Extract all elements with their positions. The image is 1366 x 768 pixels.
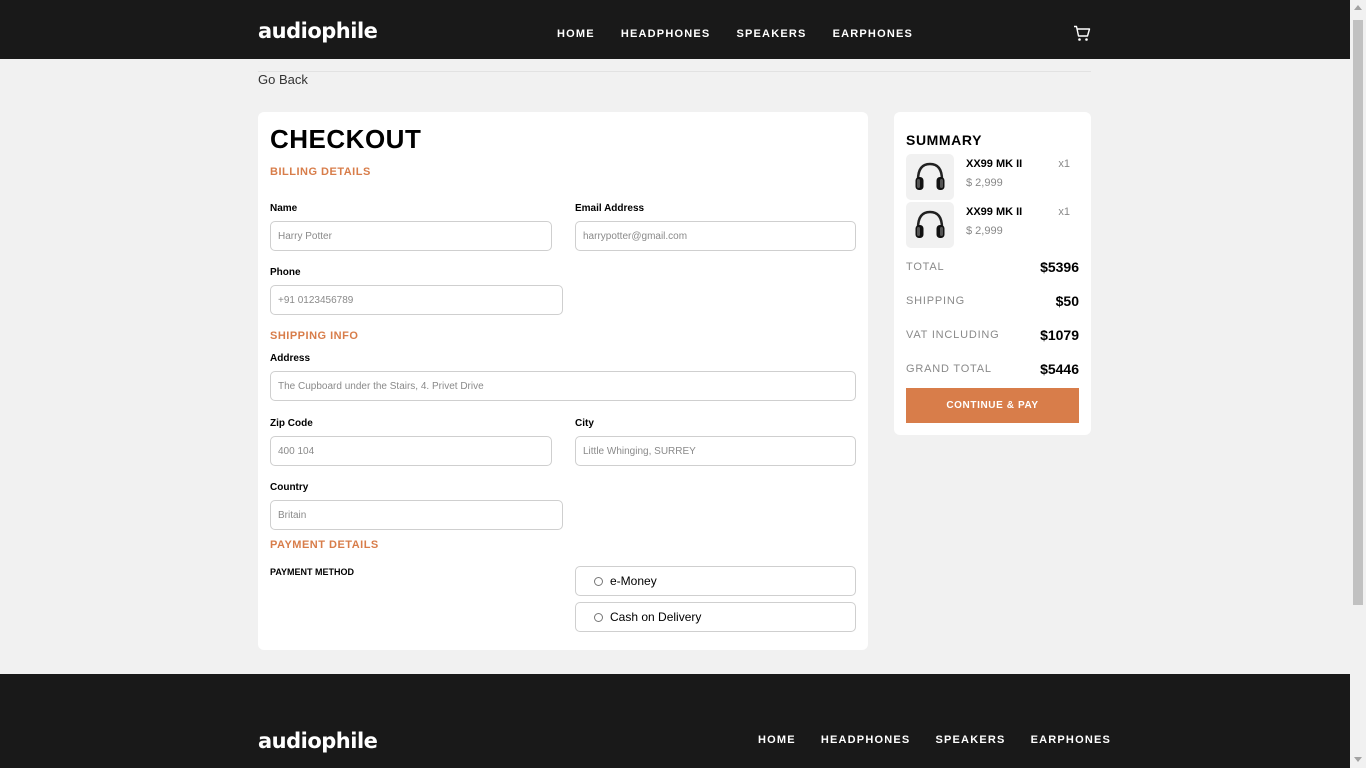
zip-code-field[interactable]	[270, 436, 552, 466]
summary-shipping-row: SHIPPING $50	[906, 293, 1079, 311]
nav-headphones-link[interactable]: HEADPHONES	[621, 28, 711, 40]
main-nav: HOME HEADPHONES SPEAKERS EARPHONES	[557, 28, 939, 40]
shipping-label: SHIPPING	[906, 295, 965, 307]
scrollbar-thumb[interactable]	[1353, 20, 1363, 605]
footer-nav: HOME HEADPHONES SPEAKERS EARPHONES	[758, 734, 1136, 746]
cart-icon[interactable]	[1073, 25, 1091, 42]
summary-vat-row: VAT INCLUDING $1079	[906, 327, 1079, 345]
header-divider	[258, 71, 1091, 72]
logo[interactable]: audiophile	[258, 19, 378, 43]
item-price: $ 2,999	[966, 177, 1003, 189]
name-label: Name	[270, 203, 298, 214]
headphones-icon	[906, 154, 954, 200]
shipping-value: $50	[1055, 293, 1079, 309]
nav-speakers-link[interactable]: SPEAKERS	[736, 28, 806, 40]
scroll-down-icon[interactable]	[1354, 757, 1362, 762]
total-value: $5396	[1040, 259, 1079, 275]
payment-option-label: e-Money	[610, 574, 657, 588]
name-field[interactable]	[270, 221, 552, 251]
order-summary-card: SUMMARY XX99 MK II $ 2,999 x1 XX99 MK II…	[894, 112, 1091, 435]
page-title: CHECKOUT	[270, 124, 422, 154]
page-scrollbar[interactable]	[1350, 0, 1366, 768]
nav-home-link[interactable]: HOME	[557, 28, 595, 40]
footer-nav-headphones-link[interactable]: HEADPHONES	[821, 734, 911, 746]
grand-total-label: GRAND TOTAL	[906, 363, 992, 375]
item-name: XX99 MK II	[966, 158, 1023, 170]
summary-total-row: TOTAL $5396	[906, 259, 1079, 277]
city-field[interactable]	[575, 436, 856, 466]
summary-grand-total-row: GRAND TOTAL $5446	[906, 361, 1079, 379]
footer-nav-speakers-link[interactable]: SPEAKERS	[935, 734, 1005, 746]
zip-code-label: Zip Code	[270, 418, 313, 429]
item-quantity: x1	[1058, 158, 1070, 170]
radio-button[interactable]	[594, 576, 603, 586]
radio-button[interactable]	[594, 612, 603, 622]
item-name: XX99 MK II	[966, 206, 1023, 218]
country-field[interactable]	[270, 500, 563, 530]
summary-item: XX99 MK II $ 2,999 x1	[906, 154, 1079, 200]
footer: audiophile HOME HEADPHONES SPEAKERS EARP…	[0, 674, 1350, 768]
scroll-up-icon[interactable]	[1354, 5, 1362, 10]
total-label: TOTAL	[906, 261, 945, 273]
nav-earphones-link[interactable]: EARPHONES	[833, 28, 913, 40]
top-navbar: audiophile HOME HEADPHONES SPEAKERS EARP…	[0, 0, 1350, 59]
item-price: $ 2,999	[966, 225, 1003, 237]
footer-nav-earphones-link[interactable]: EARPHONES	[1031, 734, 1111, 746]
payment-option-label: Cash on Delivery	[610, 610, 702, 624]
payment-method-label: PAYMENT METHOD	[270, 567, 355, 577]
headphones-icon	[906, 202, 954, 248]
summary-item: XX99 MK II $ 2,999 x1	[906, 202, 1079, 248]
item-quantity: x1	[1058, 206, 1070, 218]
payment-option-cash-on-delivery[interactable]: Cash on Delivery	[575, 602, 856, 632]
grand-total-value: $5446	[1040, 361, 1079, 377]
country-label: Country	[270, 482, 309, 493]
email-field[interactable]	[575, 221, 856, 251]
city-label: City	[575, 418, 594, 429]
email-label: Email Address	[575, 203, 645, 214]
vat-value: $1079	[1040, 327, 1079, 343]
checkout-form-card: CHECKOUT BILLING DETAILS Name Email Addr…	[258, 112, 868, 650]
phone-field[interactable]	[270, 285, 563, 315]
phone-label: Phone	[270, 267, 301, 278]
footer-nav-home-link[interactable]: HOME	[758, 734, 796, 746]
payment-option-emoney[interactable]: e-Money	[575, 566, 856, 596]
footer-logo[interactable]: audiophile	[258, 729, 378, 753]
payment-details-heading: PAYMENT DETAILS	[270, 539, 379, 551]
address-label: Address	[270, 353, 311, 364]
summary-title: SUMMARY	[906, 132, 983, 148]
billing-details-heading: BILLING DETAILS	[270, 166, 371, 178]
go-back-link[interactable]: Go Back	[258, 72, 308, 87]
continue-and-pay-button[interactable]: CONTINUE & PAY	[906, 388, 1079, 423]
shipping-info-heading: SHIPPING INFO	[270, 330, 359, 342]
address-field[interactable]	[270, 371, 856, 401]
vat-label: VAT INCLUDING	[906, 329, 1000, 341]
